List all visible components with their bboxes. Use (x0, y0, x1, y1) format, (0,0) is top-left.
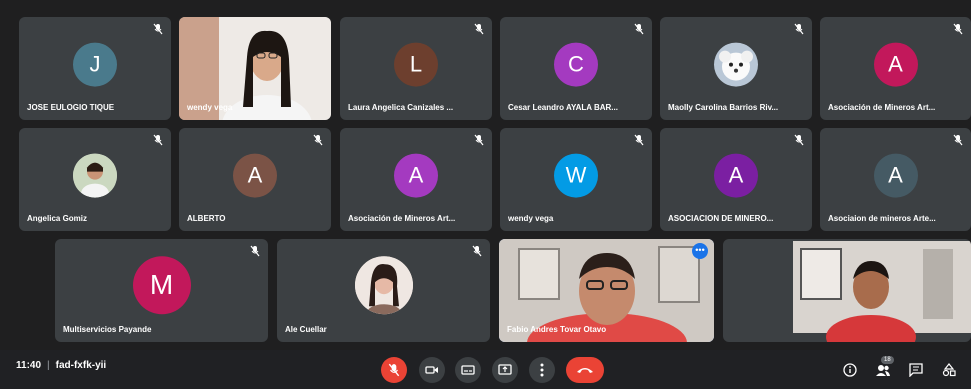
captions-button[interactable] (455, 357, 481, 383)
mic-muted-icon (953, 134, 963, 146)
participant-count-badge: 18 (881, 356, 894, 364)
camera-icon (425, 366, 438, 374)
participant-name: wendy vega (187, 103, 233, 112)
avatar: A (394, 153, 438, 198)
more-vert-icon (540, 363, 544, 377)
participant-tile[interactable]: Maolly Carolina Barrios Riv... (660, 17, 812, 120)
participant-name: Fabio Andres Tovar Otavo (507, 325, 607, 334)
participant-tile[interactable]: C Cesar Leandro AYALA BAR... (500, 17, 652, 120)
mic-muted-icon (313, 134, 323, 146)
person-photo-icon (354, 255, 413, 314)
participant-name: Cesar Leandro AYALA BAR... (508, 103, 618, 112)
mic-muted-icon (474, 23, 484, 35)
participant-tile[interactable]: Angelica Gomiz (19, 128, 171, 231)
mic-muted-icon (634, 23, 644, 35)
hang-up-icon (577, 368, 593, 373)
participant-tile[interactable]: A Asociación de Mineros Art... (340, 128, 492, 231)
participant-name: Asociaion de mineros Arte... (828, 214, 936, 223)
avatar: A (714, 153, 758, 198)
avatar: A (873, 153, 918, 198)
activities-button[interactable] (939, 360, 959, 380)
chat-button[interactable] (906, 360, 926, 380)
participant-name: wendy vega (508, 214, 554, 223)
more-options-button[interactable] (529, 357, 555, 383)
meeting-details-button[interactable] (840, 360, 860, 380)
present-button[interactable] (492, 357, 518, 383)
avatar: W (554, 153, 598, 198)
more-options-icon[interactable]: ••• (692, 243, 708, 259)
participant-tile[interactable]: J JOSE EULOGIO TIQUE (19, 17, 171, 120)
participant-tile[interactable]: L Laura Angelica Canizales ... (340, 17, 492, 120)
participant-name: Asociación de Mineros Art... (348, 214, 456, 223)
participant-name: Asociación de Mineros Art... (828, 103, 936, 112)
avatar (714, 42, 758, 87)
mic-muted-icon (153, 23, 163, 35)
people-icon (876, 365, 890, 376)
people-button[interactable]: 18 (873, 356, 894, 380)
leave-call-button[interactable] (566, 357, 604, 383)
mic-muted-icon (250, 245, 260, 257)
participant-video-icon (793, 241, 971, 342)
mic-muted-icon (794, 23, 804, 35)
microphone-button[interactable] (381, 357, 407, 383)
info-icon (843, 363, 857, 377)
meeting-code: fad-fxfk-yii (55, 360, 107, 371)
meeting-control-bar: 11:40 | fad-fxfk-yii 18 (0, 350, 971, 389)
mic-muted-icon (472, 245, 482, 257)
avatar: A (873, 42, 918, 87)
avatar: L (394, 42, 438, 87)
meeting-info: 11:40 | fad-fxfk-yii (16, 360, 106, 371)
participant-name: Ale Cuellar (285, 325, 327, 334)
participant-tile[interactable]: A Asociación de Mineros Art... (820, 17, 971, 120)
captions-icon (461, 365, 475, 375)
mic-muted-icon (634, 134, 644, 146)
divider: | (47, 360, 50, 371)
shapes-icon (942, 363, 956, 377)
participant-tile[interactable]: Ale Cuellar (277, 239, 490, 342)
avatar: M (132, 255, 191, 314)
mic-muted-icon (153, 134, 163, 146)
camera-button[interactable] (419, 357, 445, 383)
participant-name: Maolly Carolina Barrios Riv... (668, 103, 779, 112)
participant-tile[interactable]: A Asociaion de mineros Arte... (820, 128, 971, 231)
chat-icon (909, 363, 923, 377)
participant-video-tile[interactable]: wendy vega (179, 17, 331, 120)
participant-tile[interactable]: A ALBERTO (179, 128, 331, 231)
participant-name: ASOCIACION DE MINERO... (668, 214, 774, 223)
avatar (73, 153, 117, 198)
avatar: J (73, 42, 117, 87)
participant-name: Angelica Gomiz (27, 214, 88, 223)
participant-name: Multiservicios Payande (63, 325, 152, 334)
mic-muted-icon (474, 134, 484, 146)
avatar: A (233, 153, 277, 198)
present-screen-icon (498, 364, 512, 375)
participant-name: Laura Angelica Canizales ... (348, 103, 454, 112)
avatar: C (554, 42, 598, 87)
participant-tile[interactable]: M Multiservicios Payande (55, 239, 268, 342)
participant-name: ALBERTO (187, 214, 226, 223)
participant-tile[interactable]: W wendy vega (500, 128, 652, 231)
participant-name: JOSE EULOGIO TIQUE (27, 103, 115, 112)
participant-tile[interactable]: A ASOCIACION DE MINERO... (660, 128, 812, 231)
meeting-time: 11:40 (16, 360, 42, 371)
mic-off-icon (388, 363, 400, 377)
avatar (354, 255, 413, 314)
participant-video-tile[interactable] (723, 239, 971, 342)
participant-video-tile-active[interactable]: ••• Fabio Andres Tovar Otavo (499, 239, 714, 342)
mic-muted-icon (794, 134, 804, 146)
person-photo-icon (73, 153, 117, 198)
dog-photo-icon (719, 50, 753, 81)
mic-muted-icon (953, 23, 963, 35)
